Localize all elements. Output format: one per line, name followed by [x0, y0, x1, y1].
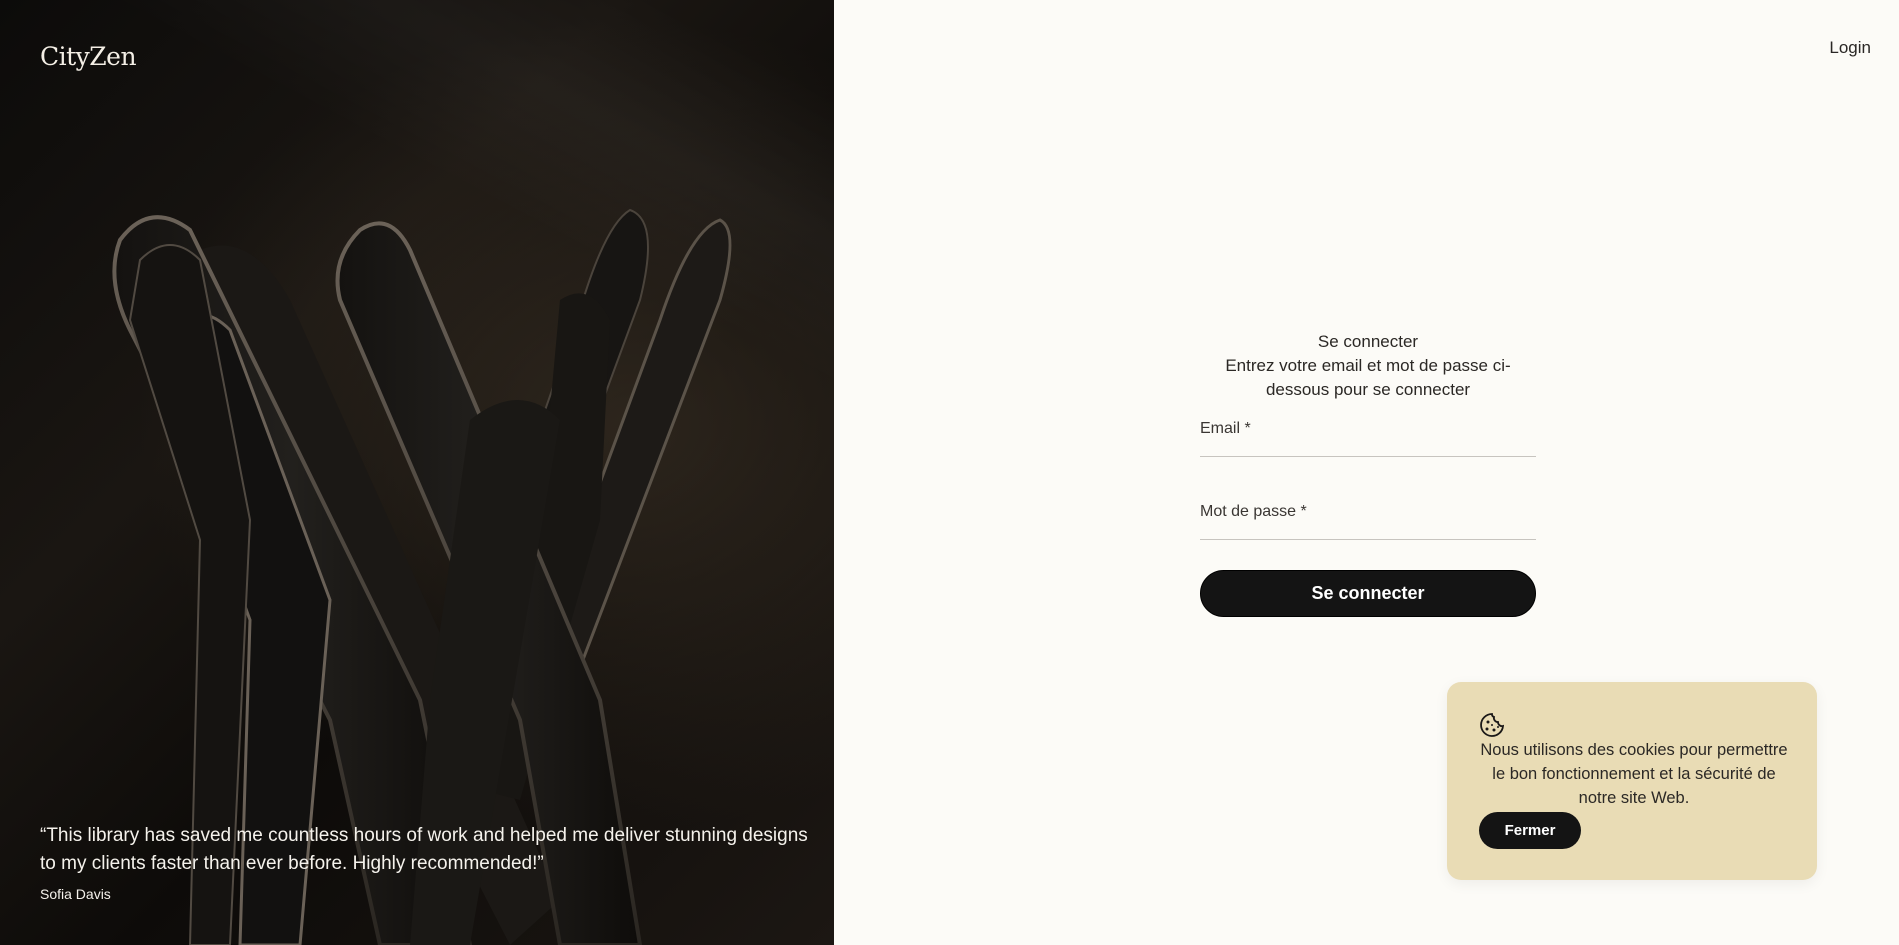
testimonial-quote: “This library has saved me countless hou… — [40, 825, 808, 874]
abstract-sculpture-image — [112, 208, 732, 945]
email-input[interactable] — [1200, 434, 1540, 454]
login-panel: Login Se connecter Entrez votre email et… — [834, 0, 1899, 945]
cookie-message: Nous utilisons des cookies pour permettr… — [1480, 741, 1788, 807]
cookie-icon — [1480, 713, 1505, 737]
email-field-container: Email * — [1200, 414, 1540, 457]
page-root: CityZen “This library has saved me count… — [0, 0, 1899, 945]
form-subtitle: Entrez votre email et mot de passe ci-de… — [1225, 356, 1511, 399]
password-field-container: Mot de passe * — [1200, 497, 1540, 540]
login-form: Se connecter Entrez votre email et mot d… — [1200, 330, 1540, 617]
login-link[interactable]: Login — [1829, 38, 1871, 58]
testimonial-author: Sofia Davis — [40, 886, 111, 902]
submit-button[interactable]: Se connecter — [1200, 570, 1536, 617]
hero-panel: CityZen “This library has saved me count… — [0, 0, 834, 945]
cookie-close-button[interactable]: Fermer — [1479, 812, 1581, 849]
form-title: Se connecter — [1317, 332, 1419, 351]
cookie-banner: Nous utilisons des cookies pour permettr… — [1447, 682, 1817, 880]
password-input[interactable] — [1200, 517, 1540, 537]
brand-logo[interactable]: CityZen — [40, 42, 137, 71]
